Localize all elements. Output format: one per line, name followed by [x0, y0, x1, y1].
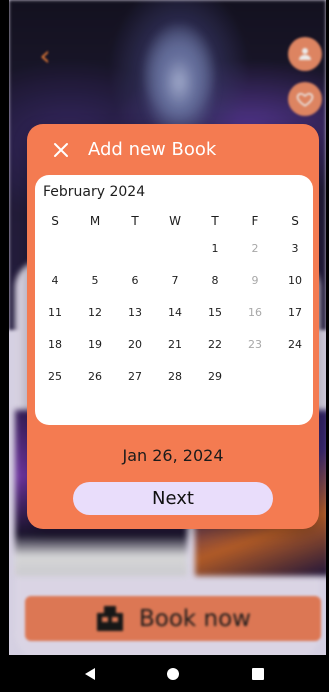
calendar-day[interactable]: 4: [43, 270, 67, 292]
weekday-header: T: [131, 214, 139, 228]
calendar-day[interactable]: 10: [283, 270, 307, 292]
dialog-title: Add new Book: [88, 139, 217, 160]
nav-home-icon: [167, 668, 179, 680]
weekday-header: F: [251, 214, 259, 228]
calendar-day[interactable]: 18: [43, 334, 67, 356]
nav-home-button[interactable]: [164, 665, 182, 683]
nav-recents-button[interactable]: [249, 665, 267, 683]
calendar-day[interactable]: 8: [203, 270, 227, 292]
calendar-day[interactable]: 13: [123, 302, 147, 324]
calendar-day[interactable]: 14: [163, 302, 187, 324]
calendar-day[interactable]: 7: [163, 270, 187, 292]
calendar-day: 16: [248, 306, 262, 319]
weekday-header: W: [169, 214, 181, 228]
weekday-header: T: [211, 214, 219, 228]
calendar-day[interactable]: 20: [123, 334, 147, 356]
calendar-day[interactable]: 25: [43, 366, 67, 388]
calendar-day[interactable]: 28: [163, 366, 187, 388]
calendar-day[interactable]: 26: [83, 366, 107, 388]
calendar-day[interactable]: 21: [163, 334, 187, 356]
weekday-header: S: [51, 214, 59, 228]
calendar-day[interactable]: 15: [203, 302, 227, 324]
calendar-day[interactable]: 6: [123, 270, 147, 292]
calendar-day[interactable]: 27: [123, 366, 147, 388]
calendar-day[interactable]: 22: [203, 334, 227, 356]
calendar-day: 9: [251, 274, 259, 287]
calendar-day[interactable]: 24: [283, 334, 307, 356]
next-button[interactable]: Next: [73, 482, 273, 515]
close-button[interactable]: [49, 138, 73, 162]
system-navigation-bar: [9, 655, 326, 692]
nav-back-icon: [85, 668, 95, 680]
calendar-day[interactable]: 17: [283, 302, 307, 324]
calendar-day[interactable]: 1: [203, 238, 227, 260]
calendar-day[interactable]: 5: [83, 270, 107, 292]
calendar-day[interactable]: 11: [43, 302, 67, 324]
selected-date: Jan 26, 2024: [122, 446, 224, 465]
nav-back-button[interactable]: [81, 665, 99, 683]
calendar-day[interactable]: 29: [203, 366, 227, 388]
calendar-day: 2: [251, 242, 259, 255]
date-picker-calendar: February 2024 S M T W T F S 1 2 3 4 5 6 7 8 9 10 11 12 13 14…: [35, 175, 313, 425]
calendar-day[interactable]: 12: [83, 302, 107, 324]
weekday-header: M: [89, 214, 101, 228]
weekday-header: S: [291, 214, 299, 228]
nav-recents-icon: [252, 668, 264, 680]
calendar-day[interactable]: 19: [83, 334, 107, 356]
calendar-day: 23: [248, 338, 262, 351]
calendar-day[interactable]: 3: [283, 238, 307, 260]
add-book-dialog: Add new Book February 2024 SMTWTFS123456…: [27, 124, 319, 529]
close-icon: [54, 143, 68, 157]
calendar-month-label: February 2024: [43, 184, 146, 200]
